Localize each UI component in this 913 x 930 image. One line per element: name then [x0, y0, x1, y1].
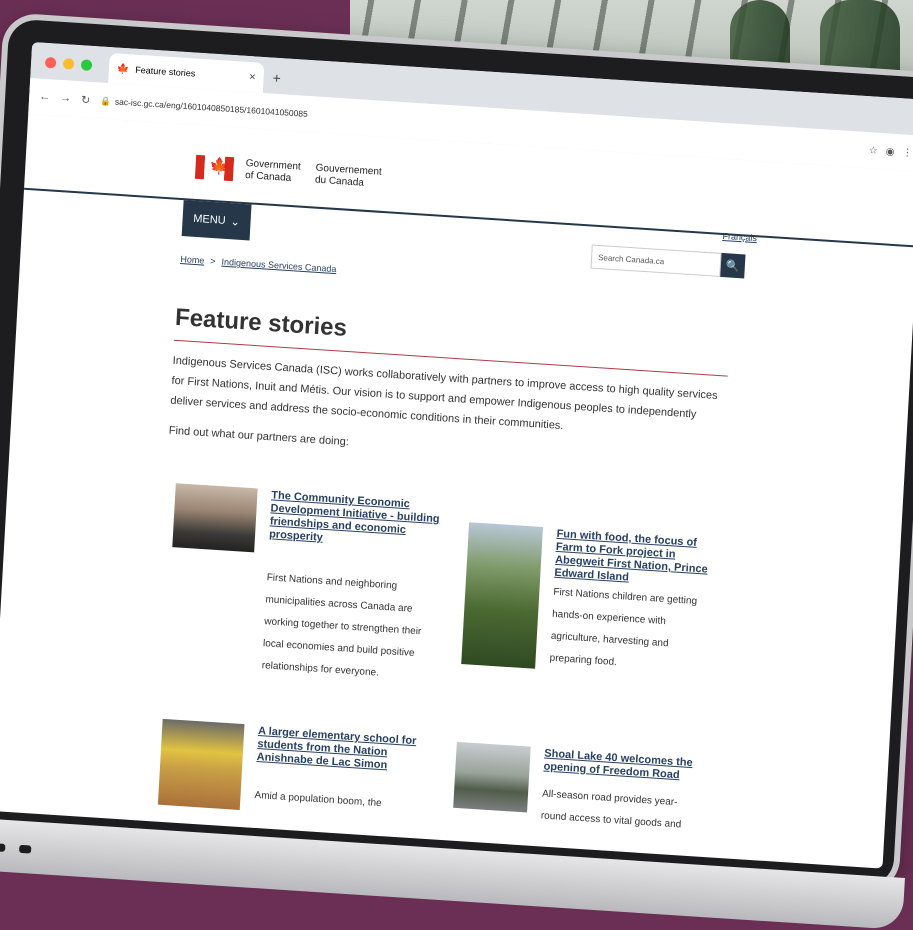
- laptop-screen: 🍁 Feature stories × + ← → ↻ 🔒 sac-isc.gc…: [0, 42, 913, 869]
- feature-card: Shoal Lake 40 welcomes the opening of Fr…: [453, 741, 746, 830]
- breadcrumb-home-link[interactable]: Home: [180, 254, 205, 266]
- close-window-button[interactable]: [44, 56, 57, 69]
- breadcrumb: Home > Indigenous Services Canada: [180, 254, 337, 274]
- main-content: Feature stories Indigenous Services Cana…: [11, 294, 735, 830]
- bookmark-star-icon[interactable]: ☆: [869, 145, 879, 157]
- usb-port: [18, 844, 32, 854]
- breadcrumb-separator: >: [210, 255, 216, 267]
- profile-icon[interactable]: ◉: [885, 146, 894, 158]
- tab-title: Feature stories: [135, 64, 196, 79]
- card-title-link[interactable]: The Community Economic Development Initi…: [269, 489, 452, 553]
- address-url: sac-isc.gc.ca/eng/1601040850185/16010410…: [114, 96, 309, 119]
- forward-arrow-icon[interactable]: →: [60, 92, 72, 105]
- maximize-window-button[interactable]: [80, 59, 93, 71]
- card-description: First Nations children are getting hands…: [549, 586, 698, 669]
- feature-cards: The Community Economic Development Initi…: [157, 483, 725, 830]
- menu-button[interactable]: MENU ⌄: [181, 200, 252, 241]
- usb-port: [0, 843, 6, 852]
- canada-flag-icon[interactable]: 🍁: [194, 154, 235, 182]
- card-description: First Nations and neighboring municipali…: [261, 572, 422, 679]
- reload-icon[interactable]: ↻: [81, 93, 91, 107]
- menu-label: MENU: [192, 212, 226, 227]
- card-description: Amid a population boom, the: [254, 789, 382, 810]
- more-options-icon[interactable]: ⋮: [902, 147, 913, 159]
- search-input[interactable]: Search Canada.ca: [590, 244, 722, 277]
- card-title-link[interactable]: Shoal Lake 40 welcomes the opening of Fr…: [543, 748, 694, 784]
- address-bar[interactable]: 🔒 sac-isc.gc.ca/eng/1601040850185/160104…: [100, 95, 308, 119]
- card-description: All-season road provides year-round acce…: [540, 788, 682, 831]
- card-thumbnail[interactable]: [453, 741, 531, 813]
- minimize-window-button[interactable]: [62, 58, 75, 70]
- lock-icon: 🔒: [100, 95, 112, 106]
- window-controls: [44, 56, 93, 71]
- card-title-link[interactable]: Fun with food, the focus of Farm to Fork…: [554, 528, 717, 590]
- laptop-mockup: 🍁 Feature stories × + ← → ↻ 🔒 sac-isc.gc…: [0, 10, 913, 930]
- card-thumbnail[interactable]: [157, 718, 245, 810]
- card-thumbnail[interactable]: [172, 483, 258, 553]
- feature-card: Fun with food, the focus of Farm to Fork…: [461, 522, 758, 669]
- feature-card: The Community Economic Development Initi…: [172, 483, 465, 679]
- laptop-bezel: 🍁 Feature stories × + ← → ↻ 🔒 sac-isc.gc…: [0, 18, 913, 888]
- signature-en: Government of Canada: [245, 158, 301, 186]
- new-tab-button[interactable]: +: [272, 70, 281, 87]
- tab-close-icon[interactable]: ×: [249, 71, 256, 83]
- search-button[interactable]: 🔍: [720, 252, 746, 279]
- card-title-link[interactable]: A larger elementary school for students …: [256, 725, 418, 774]
- breadcrumb-isc-link[interactable]: Indigenous Services Canada: [221, 257, 336, 274]
- signature-fr: Gouvernement du Canada: [315, 163, 382, 191]
- search-icon: 🔍: [725, 259, 741, 273]
- chevron-down-icon: ⌄: [230, 215, 241, 229]
- maple-leaf-icon: 🍁: [116, 63, 130, 75]
- card-thumbnail[interactable]: [461, 522, 543, 669]
- back-arrow-icon[interactable]: ←: [39, 91, 51, 104]
- feature-card: A larger elementary school for students …: [157, 718, 452, 810]
